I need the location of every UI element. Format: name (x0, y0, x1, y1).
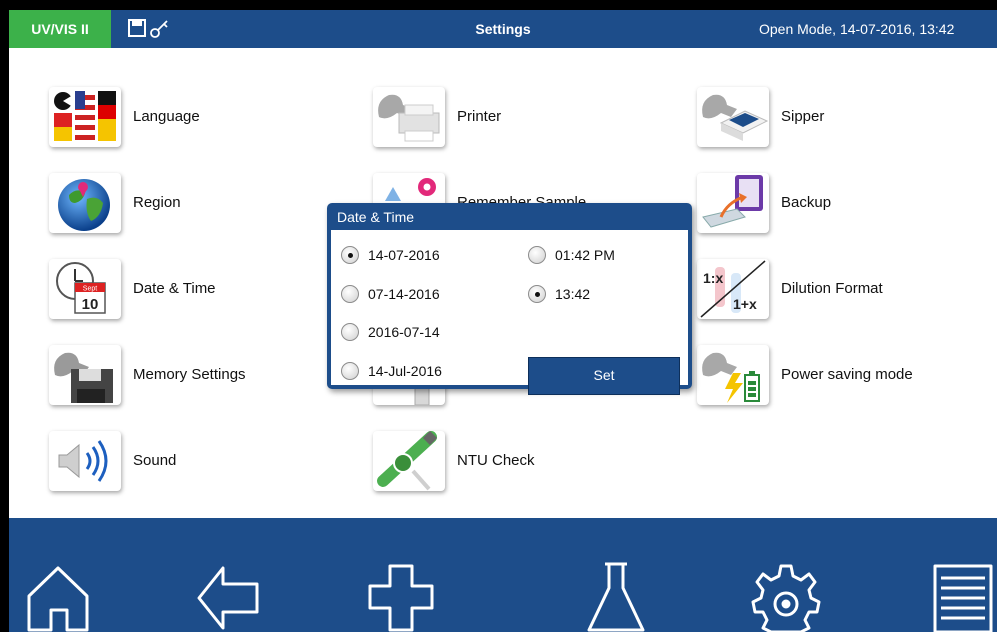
tile-label: NTU Check (457, 452, 535, 469)
tile-power-saving[interactable]: Power saving mode (697, 345, 977, 405)
radio-selected-dot (348, 253, 353, 258)
date-time-dialog: Date & Time 14-07-2016 07-14-2016 2016-0… (327, 203, 692, 395)
sipper-icon (697, 87, 769, 147)
calendar-day: 10 (82, 296, 99, 313)
language-flags-icon (49, 87, 121, 147)
tile-backup[interactable]: Backup (697, 173, 977, 233)
tile-ntu-check[interactable]: NTU Check (373, 431, 653, 491)
dilution-ratio-text: 1:x (703, 270, 723, 286)
settings-screen: UV/VIS II Settings Open Mode, 14-07-2016… (9, 10, 997, 632)
time-format-label: 01:42 PM (555, 247, 615, 263)
back-arrow-icon[interactable] (193, 560, 263, 632)
radio-button[interactable] (341, 285, 359, 303)
date-format-label: 14-Jul-2016 (368, 363, 442, 379)
tile-label: Printer (457, 108, 502, 125)
dialog-title: Date & Time (337, 209, 415, 225)
radio-button[interactable] (528, 285, 546, 303)
dialog-body: 14-07-2016 07-14-2016 2016-07-14 14-Jul-… (331, 230, 688, 395)
status-text: Open Mode, 14-07-2016, 13:42 (759, 21, 955, 37)
set-button[interactable]: Set (528, 357, 680, 395)
tile-label: Memory Settings (133, 366, 246, 383)
bottom-nav (9, 518, 997, 632)
time-format-label: 13:42 (555, 286, 591, 302)
tile-sound[interactable]: Sound (49, 431, 329, 491)
top-bar: UV/VIS II Settings Open Mode, 14-07-2016… (9, 10, 997, 48)
tile-label: Date & Time (133, 280, 216, 297)
printer-icon (373, 87, 445, 147)
dilution-sum-text: 1+x (733, 296, 757, 312)
tile-sipper[interactable]: Sipper (697, 87, 977, 147)
ntu-check-icon (373, 431, 445, 491)
tile-date-time[interactable]: Sept 10 Date & Time (49, 259, 329, 319)
tile-region[interactable]: Region (49, 173, 329, 233)
date-format-label: 2016-07-14 (368, 324, 440, 340)
tile-label: Backup (781, 194, 832, 211)
calendar-clock-icon: Sept 10 (49, 259, 121, 319)
home-icon[interactable] (23, 560, 93, 632)
tile-printer[interactable]: Printer (373, 87, 653, 147)
tile-label: Dilution Format (781, 280, 883, 297)
flask-icon[interactable] (581, 560, 651, 632)
date-format-label: 07-14-2016 (368, 286, 440, 302)
radio-button[interactable] (528, 246, 546, 264)
radio-button[interactable] (341, 362, 359, 380)
radio-selected-dot (535, 292, 540, 297)
tile-label: Power saving mode (781, 366, 913, 383)
radio-button[interactable] (341, 246, 359, 264)
list-icon[interactable] (929, 560, 997, 632)
tile-label: Sipper (781, 108, 825, 125)
backup-icon (697, 173, 769, 233)
tile-label: Language (133, 108, 200, 125)
battery-bolt-icon (697, 345, 769, 405)
tile-memory-settings[interactable]: Memory Settings (49, 345, 329, 405)
tile-language[interactable]: Language (49, 87, 329, 147)
tile-label: Sound (133, 452, 177, 469)
date-format-label: 14-07-2016 (368, 247, 440, 263)
floppy-wrench-icon (49, 345, 121, 405)
tile-label: Region (133, 194, 181, 211)
tile-dilution-format[interactable]: 1:x 1+x Dilution Format (697, 259, 977, 319)
gear-icon[interactable] (751, 560, 821, 632)
plus-icon[interactable] (366, 560, 436, 632)
calendar-month: Sept (83, 286, 97, 293)
globe-icon (49, 173, 121, 233)
speaker-icon (49, 431, 121, 491)
dilution-icon: 1:x 1+x (697, 259, 769, 319)
radio-button[interactable] (341, 323, 359, 341)
